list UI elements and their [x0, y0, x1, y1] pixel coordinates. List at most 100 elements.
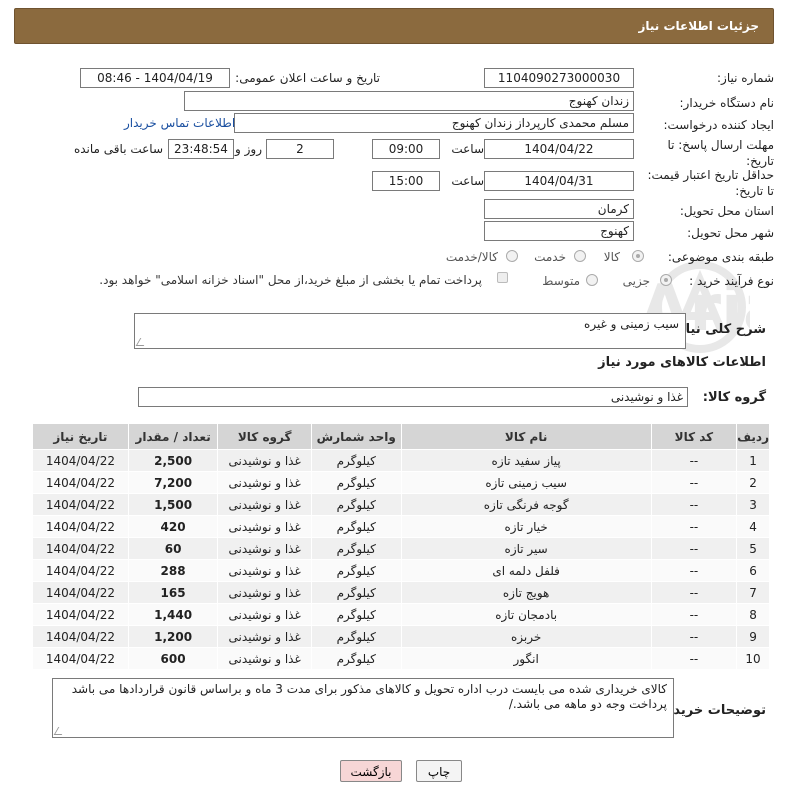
- need-date-cell: 1404/04/22: [32, 625, 129, 648]
- page-title: جزئیات اطلاعات نیاز: [638, 19, 759, 33]
- quantity-cell: 1,500: [127, 493, 219, 516]
- description-textarea[interactable]: سیب زمینی و غیره: [134, 313, 686, 349]
- row-number-cell: 2: [736, 471, 770, 494]
- category-label: طبقه بندی موضوعی:: [667, 250, 774, 264]
- deadline-date-field[interactable]: 1404/04/22: [484, 139, 634, 159]
- table-row: 2 -- سیب زمینی تازه کیلوگرم غذا و نوشیدنی 7,2…: [32, 471, 770, 494]
- col-header-need-date: تاریخ نیاز: [32, 423, 129, 450]
- creator-field[interactable]: مسلم محمدی کارپرداز زندان کهنوج: [234, 113, 634, 133]
- remaining-time-field[interactable]: 23:48:54: [168, 139, 234, 159]
- buyer-notes-line-2: پرداخت وجه دو ماهه می باشد./: [508, 697, 667, 711]
- buyer-notes-line-1: کالای خریداری شده می بایست درب اداره تحو…: [71, 682, 667, 696]
- process-minor-label: جزیی: [622, 274, 650, 288]
- creator-label: ایجاد کننده درخواست:: [663, 118, 774, 132]
- days-label: روز و: [235, 142, 262, 156]
- goods-group-cell: غذا و نوشیدنی: [217, 603, 312, 626]
- back-button[interactable]: بازگشت: [340, 760, 402, 782]
- need-date-cell: 1404/04/22: [32, 647, 129, 670]
- quantity-cell: 165: [127, 581, 219, 604]
- province-field[interactable]: کرمان: [484, 199, 634, 219]
- unit-cell: کیلوگرم: [310, 581, 402, 604]
- category-goods-label: کالا: [603, 250, 620, 264]
- unit-cell: کیلوگرم: [310, 603, 402, 626]
- need-date-cell: 1404/04/22: [32, 515, 129, 538]
- need-date-cell: 1404/04/22: [32, 493, 129, 516]
- table-header-row: ردیف کد کالا نام کالا واحد شمارش گروه کا…: [32, 423, 770, 450]
- items-table: ردیف کد کالا نام کالا واحد شمارش گروه کا…: [32, 423, 770, 670]
- goods-name-cell: هویج تازه: [400, 581, 652, 604]
- goods-code-cell: --: [650, 449, 738, 472]
- resize-grip-icon[interactable]: [53, 727, 67, 735]
- table-row: 5 -- سیر تازه کیلوگرم غذا و نوشیدنی 60 1404/04…: [32, 537, 770, 560]
- goods-code-cell: --: [650, 471, 738, 494]
- goods-code-cell: --: [650, 559, 738, 582]
- table-row: 9 -- خربزه کیلوگرم غذا و نوشیدنی 1,200 1404/04…: [32, 625, 770, 648]
- goods-group-cell: غذا و نوشیدنی: [217, 471, 312, 494]
- quantity-cell: 1,440: [127, 603, 219, 626]
- table-row: 3 -- گوجه فرنگی تازه کیلوگرم غذا و نوشیدنی 1,…: [32, 493, 770, 516]
- goods-code-cell: --: [650, 647, 738, 670]
- process-minor-radio[interactable]: [660, 274, 672, 286]
- unit-cell: کیلوگرم: [310, 537, 402, 560]
- goods-group-label: گروه کالا:: [702, 390, 766, 405]
- row-number-cell: 4: [736, 515, 770, 538]
- quantity-cell: 288: [127, 559, 219, 582]
- table-row: 1 -- پیاز سفید تازه کیلوگرم غذا و نوشیدنی 2,5…: [32, 449, 770, 472]
- col-header-goods-name: نام کالا: [400, 423, 652, 450]
- col-header-goods-code: کد کالا: [650, 423, 738, 450]
- need-date-cell: 1404/04/22: [32, 559, 129, 582]
- quantity-cell: 1,200: [127, 625, 219, 648]
- goods-group-cell: غذا و نوشیدنی: [217, 559, 312, 582]
- category-goods-radio[interactable]: [632, 250, 644, 262]
- goods-group-cell: غذا و نوشیدنی: [217, 647, 312, 670]
- treasury-payment-note: پرداخت تمام یا بخشی از مبلغ خرید،از محل …: [99, 273, 482, 287]
- need-date-cell: 1404/04/22: [32, 537, 129, 560]
- buyer-contact-link[interactable]: اطلاعات تماس خریدار: [124, 116, 235, 130]
- buyer-notes-textarea[interactable]: کالای خریداری شده می بایست درب اداره تحو…: [52, 678, 674, 738]
- treasury-payment-checkbox[interactable]: [497, 272, 508, 283]
- province-label: استان محل تحویل:: [679, 204, 774, 218]
- category-service-radio[interactable]: [574, 250, 586, 262]
- goods-code-cell: --: [650, 581, 738, 604]
- goods-group-cell: غذا و نوشیدنی: [217, 449, 312, 472]
- col-header-goods-group: گروه کالا: [217, 423, 312, 450]
- city-label: شهر محل تحویل:: [687, 226, 774, 240]
- validity-date-field[interactable]: 1404/04/31: [484, 171, 634, 191]
- validity-time-label: ساعت: [451, 174, 484, 188]
- validity-time-field[interactable]: 15:00: [372, 171, 440, 191]
- table-row: 10 -- انگور کیلوگرم غذا و نوشیدنی 600 1404/04/…: [32, 647, 770, 670]
- quantity-cell: 420: [127, 515, 219, 538]
- goods-group-cell: غذا و نوشیدنی: [217, 537, 312, 560]
- goods-code-cell: --: [650, 625, 738, 648]
- unit-cell: کیلوگرم: [310, 625, 402, 648]
- print-button[interactable]: چاپ: [416, 760, 462, 782]
- deadline-time-label: ساعت: [451, 142, 484, 156]
- quantity-cell: 60: [127, 537, 219, 560]
- goods-code-cell: --: [650, 603, 738, 626]
- validity-label: حداقل تاریخ اعتبار قیمت: تا تاریخ:: [647, 168, 774, 198]
- col-header-quantity: تعداد / مقدار: [127, 423, 219, 450]
- goods-group-cell: غذا و نوشیدنی: [217, 581, 312, 604]
- goods-name-cell: سیر تازه: [400, 537, 652, 560]
- deadline-time-field[interactable]: 09:00: [372, 139, 440, 159]
- col-header-row-number: ردیف: [736, 423, 770, 450]
- goods-name-cell: خربزه: [400, 625, 652, 648]
- category-goods-service-radio[interactable]: [506, 250, 518, 262]
- process-medium-radio[interactable]: [586, 274, 598, 286]
- goods-name-cell: گوجه فرنگی تازه: [400, 493, 652, 516]
- city-field[interactable]: کهنوج: [484, 221, 634, 241]
- need-number-field[interactable]: 1104090273000030: [484, 68, 634, 88]
- process-label: نوع فرآیند خرید :: [689, 274, 774, 288]
- resize-grip-icon[interactable]: [135, 338, 149, 346]
- goods-group-field[interactable]: غذا و نوشیدنی: [138, 387, 688, 407]
- description-label: شرح کلی نیاز:: [672, 322, 766, 337]
- need-date-cell: 1404/04/22: [32, 603, 129, 626]
- announce-datetime-field[interactable]: 1404/04/19 - 08:46: [80, 68, 230, 88]
- row-number-cell: 7: [736, 581, 770, 604]
- goods-name-cell: بادمجان تازه: [400, 603, 652, 626]
- row-number-cell: 1: [736, 449, 770, 472]
- goods-name-cell: خیار تازه: [400, 515, 652, 538]
- days-remaining-field[interactable]: 2: [266, 139, 334, 159]
- row-number-cell: 6: [736, 559, 770, 582]
- buyer-field[interactable]: زندان کهنوج: [184, 91, 634, 111]
